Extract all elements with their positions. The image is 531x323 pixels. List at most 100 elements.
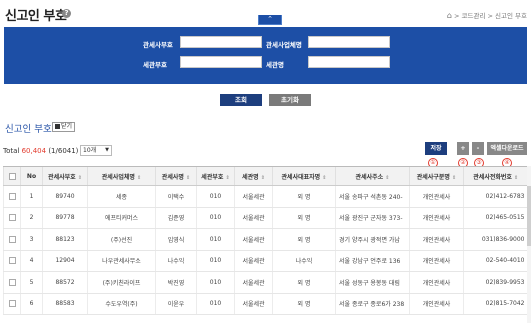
- sort-icon: ⇕: [385, 174, 390, 181]
- total-count: 60,404: [21, 147, 47, 155]
- table-cell: 010: [196, 271, 235, 294]
- breadcrumb-item[interactable]: 신고인 부호: [495, 12, 527, 20]
- sort-icon: ⇕: [225, 174, 230, 181]
- customs-office-name-label: 세관명: [266, 61, 284, 69]
- section-title: 신고인 부호: [5, 124, 52, 135]
- total-summary: Total 60,404 (1/6041): [3, 147, 78, 155]
- row-checkbox[interactable]: [3, 293, 21, 315]
- excel-download-button[interactable]: 엑셀다운로드: [487, 142, 527, 155]
- remove-row-button[interactable]: -: [472, 142, 484, 155]
- customs-office-name-input[interactable]: [308, 56, 390, 68]
- table-cell: 3: [20, 228, 43, 251]
- square-icon: [55, 124, 60, 129]
- table-row[interactable]: 2 89778 에프티커머스 김준영 010 서울세관 외 명 서울 광진구 군자동 373-…: [3, 207, 528, 229]
- table-row[interactable]: 5 88572 (주)키친라이프 박진영 010 서울세관 외 명 서울 성동구 용봉동 대림…: [3, 271, 528, 294]
- column-header-office-code[interactable]: 세관부호 ⇕: [196, 166, 235, 186]
- table-cell: 4: [20, 250, 43, 272]
- table-cell: 개인관세사: [409, 228, 464, 251]
- total-prefix: Total: [3, 147, 20, 155]
- column-header-phone[interactable]: 관세사전화번호 ⇕: [463, 166, 528, 186]
- scrollbar-thumb[interactable]: [527, 186, 531, 246]
- table-cell: 서울세관: [234, 207, 273, 229]
- table-cell: 서울세관: [234, 250, 273, 272]
- table-cell: 서울 성동구 용봉동 대림: [335, 271, 410, 294]
- customs-broker-code-input[interactable]: [180, 36, 262, 48]
- column-header-type[interactable]: 관세사구분명 ⇕: [409, 166, 464, 186]
- table-cell: 이윤우: [155, 293, 197, 315]
- table-cell: 서울 광진구 군자동 373-: [335, 207, 410, 229]
- column-header-address[interactable]: 관세사주소 ⇕: [335, 166, 410, 186]
- table-cell: 개인관세사: [409, 271, 464, 294]
- close-button[interactable]: 닫기: [52, 122, 76, 132]
- sort-icon: ⇕: [452, 174, 457, 181]
- data-table: No 관세사부호 ⇕ 관세사업체명 ⇕ 관세사명 ⇕ 세관부호 ⇕ 세관명 ⇕ …: [3, 166, 528, 315]
- column-header-no[interactable]: No: [20, 166, 43, 186]
- search-panel: ⌃ 관세사부호 관세사업체명 세관부호 세관명: [4, 15, 527, 84]
- page-size-select[interactable]: 10개 ▼: [80, 145, 112, 156]
- table-cell: 서울 송파구 석촌동 240-: [335, 185, 410, 208]
- chevron-up-icon[interactable]: ⌃: [258, 15, 282, 25]
- dropdown-arrow-icon: ▼: [105, 147, 109, 153]
- customs-office-code-label: 세관부호: [143, 61, 167, 69]
- breadcrumb-separator: >: [487, 12, 496, 20]
- table-row[interactable]: 1 89740 세종 이택수 010 서울세관 외 명 서울 송파구 석촌동 240- 개인관세…: [3, 185, 528, 208]
- row-checkbox[interactable]: [3, 271, 21, 294]
- table-cell: 외 명: [272, 271, 336, 294]
- table-cell: 031)836-9000: [463, 228, 528, 251]
- table-cell: (주)선진: [87, 228, 156, 251]
- table-cell: 1: [20, 185, 43, 208]
- home-icon[interactable]: ⌂: [447, 11, 452, 20]
- table-cell: 010: [196, 293, 235, 315]
- sort-icon: ⇕: [185, 174, 191, 181]
- table-cell: 5: [20, 271, 43, 294]
- table-cell: 010: [196, 250, 235, 272]
- table-cell: 개인관세사: [409, 293, 464, 315]
- breadcrumb-item[interactable]: 코드관리: [462, 12, 486, 20]
- table-cell: 개인관세사: [409, 185, 464, 208]
- table-cell: 세종: [87, 185, 156, 208]
- question-circle-icon[interactable]: ?: [62, 9, 71, 18]
- table-cell: 개인관세사: [409, 207, 464, 229]
- sort-icon: ⇕: [77, 174, 82, 181]
- row-checkbox[interactable]: [3, 185, 21, 208]
- page-title: 신고인 부호: [5, 9, 67, 24]
- table-cell: 나수익: [272, 250, 336, 272]
- table-cell: 나수익: [155, 250, 197, 272]
- broker-company-label: 관세사업체명: [266, 41, 302, 49]
- row-checkbox[interactable]: [3, 250, 21, 272]
- save-button[interactable]: 저장: [425, 142, 447, 155]
- table-row[interactable]: 3 88123 (주)선진 임영식 010 서울세관 외 명 경기 양주시 광적면 가납 개인관…: [3, 228, 528, 251]
- column-header-broker-name[interactable]: 관세사명 ⇕: [155, 166, 197, 186]
- table-cell: 2: [20, 207, 43, 229]
- table-cell: 개인관세사: [409, 250, 464, 272]
- search-button[interactable]: 조회: [220, 94, 262, 106]
- customs-office-code-input[interactable]: [180, 56, 262, 68]
- column-header-company[interactable]: 관세사업체명 ⇕: [87, 166, 156, 186]
- table-cell: 박진영: [155, 271, 197, 294]
- column-header-office-name[interactable]: 세관명 ⇕: [234, 166, 273, 186]
- table-cell: 02)412-6783: [463, 185, 528, 208]
- table-cell: 서울세관: [234, 293, 273, 315]
- column-header-broker-code[interactable]: 관세사부호 ⇕: [42, 166, 88, 186]
- table-cell: 02)839-9953: [463, 271, 528, 294]
- row-checkbox[interactable]: [3, 228, 21, 251]
- select-all-checkbox[interactable]: [3, 166, 21, 186]
- reset-button[interactable]: 초기화: [269, 94, 311, 106]
- table-cell: 010: [196, 185, 235, 208]
- table-row[interactable]: 4 12904 나우관세사무소 나수익 010 서울세관 나수익 서울 강남구 언주로 136…: [3, 250, 528, 272]
- sort-icon: ⇕: [514, 174, 519, 181]
- table-cell: 수도우역(주): [87, 293, 156, 315]
- table-cell: 010: [196, 228, 235, 251]
- table-cell: 89740: [42, 185, 88, 208]
- row-checkbox[interactable]: [3, 207, 21, 229]
- table-cell: 010: [196, 207, 235, 229]
- table-cell: 경기 양주시 광적면 가납: [335, 228, 410, 251]
- table-cell: 88583: [42, 293, 88, 315]
- table-cell: 89778: [42, 207, 88, 229]
- column-header-representative[interactable]: 관세사대표자명 ⇕: [272, 166, 336, 186]
- page-size-value: 10개: [83, 147, 97, 154]
- add-row-button[interactable]: +: [457, 142, 469, 155]
- table-cell: 외 명: [272, 207, 336, 229]
- table-row[interactable]: 6 88583 수도우역(주) 이윤우 010 서울세관 외 명 서울 종로구 종로6가 23…: [3, 293, 528, 315]
- broker-company-input[interactable]: [308, 36, 390, 48]
